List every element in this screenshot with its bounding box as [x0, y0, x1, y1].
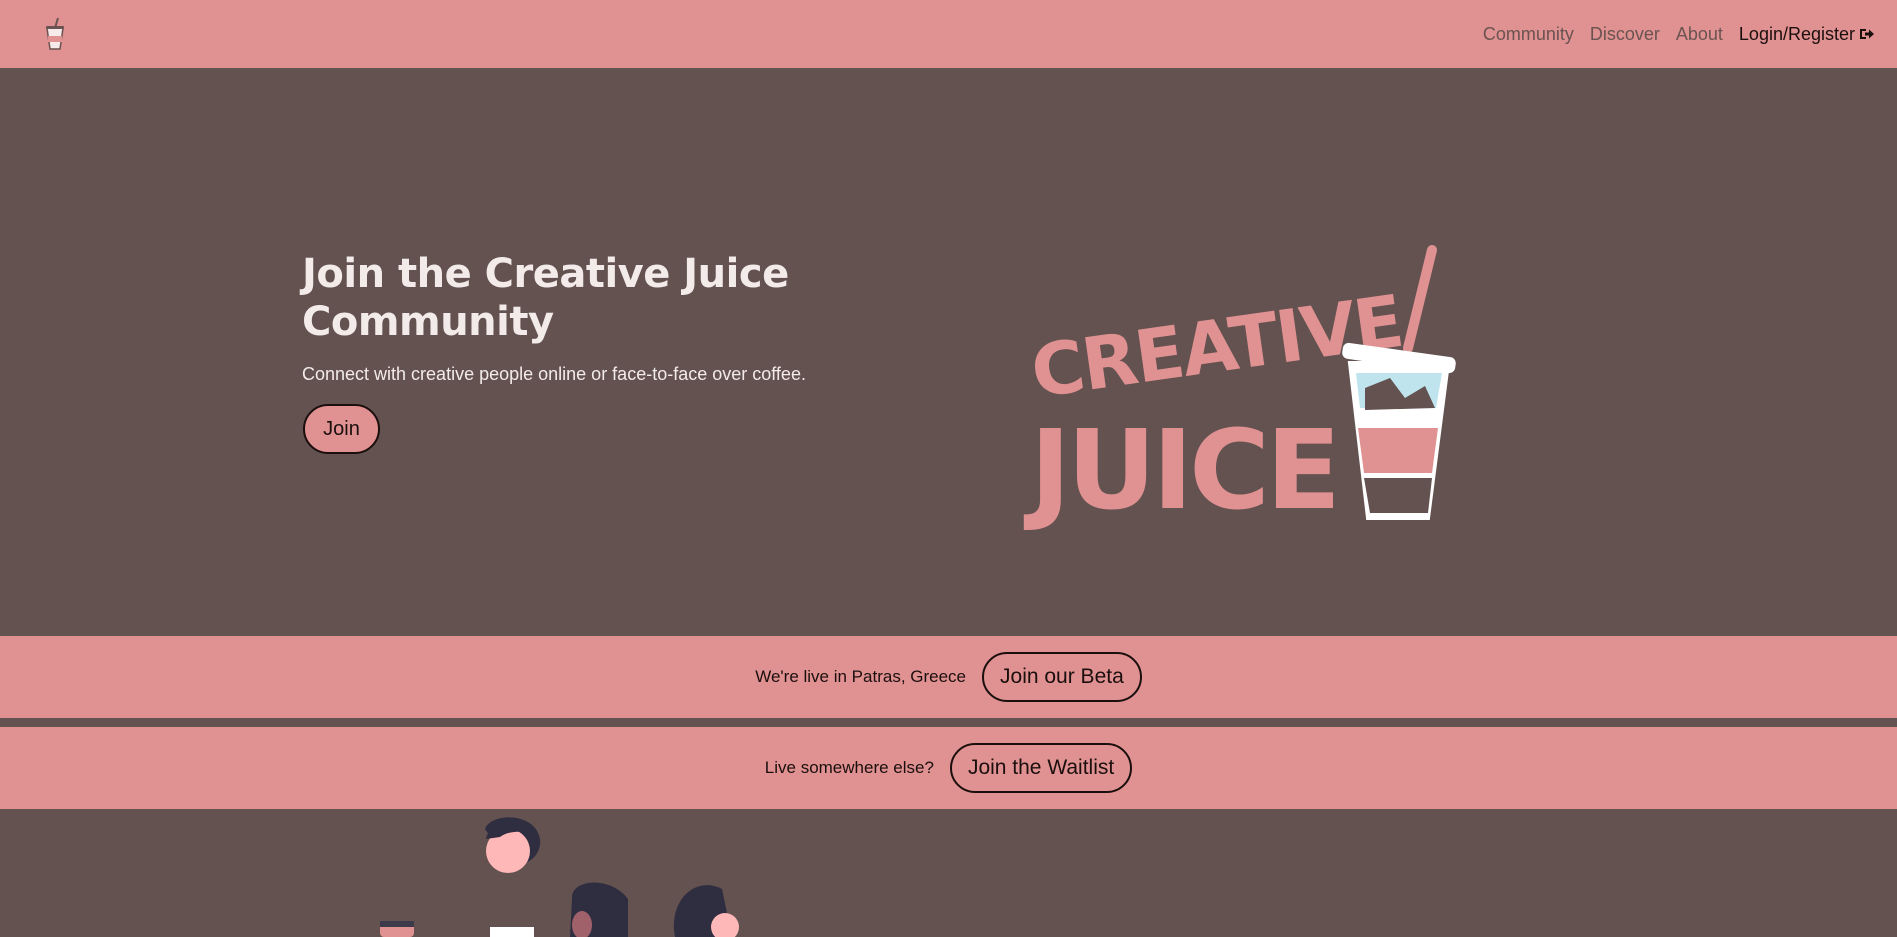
person-figure: [485, 817, 541, 937]
person-figure: [380, 921, 414, 937]
join-beta-button[interactable]: Join our Beta: [982, 652, 1142, 702]
login-register-label: Login/Register: [1738, 23, 1855, 44]
person-figure: [673, 885, 739, 937]
waitlist-text: Live somewhere else?: [764, 758, 934, 777]
community-illustration: [0, 809, 1897, 937]
beta-banner: We're live in Patras, Greece Join our Be…: [0, 636, 1897, 718]
nav-link-about[interactable]: About: [1676, 24, 1723, 45]
hero-subtitle: Connect with creative people online or f…: [302, 364, 806, 384]
login-register-link[interactable]: Login/Register: [1739, 24, 1875, 45]
top-nav: Community Discover About Login/Register: [0, 0, 1897, 68]
person-figure: [570, 882, 628, 937]
hero-title: Join the Creative Juice Community: [302, 251, 789, 345]
juice-cup-icon[interactable]: [42, 16, 68, 52]
nav-links: Community Discover About Login/Register: [1483, 0, 1875, 68]
beta-text: We're live in Patras, Greece: [755, 667, 967, 686]
logo-line-juice: JUICE: [1023, 406, 1337, 534]
nav-link-discover[interactable]: Discover: [1590, 24, 1660, 45]
nav-link-community[interactable]: Community: [1483, 24, 1574, 45]
join-button[interactable]: Join: [303, 404, 380, 454]
hero-section: Join the Creative Juice Community Connec…: [0, 68, 1897, 636]
join-waitlist-button[interactable]: Join the Waitlist: [949, 743, 1133, 793]
waitlist-banner: Live somewhere else? Join the Waitlist: [0, 727, 1897, 809]
sign-in-icon: [1860, 29, 1874, 39]
creative-juice-logo: CREATIVE JUICE: [1020, 238, 1460, 538]
